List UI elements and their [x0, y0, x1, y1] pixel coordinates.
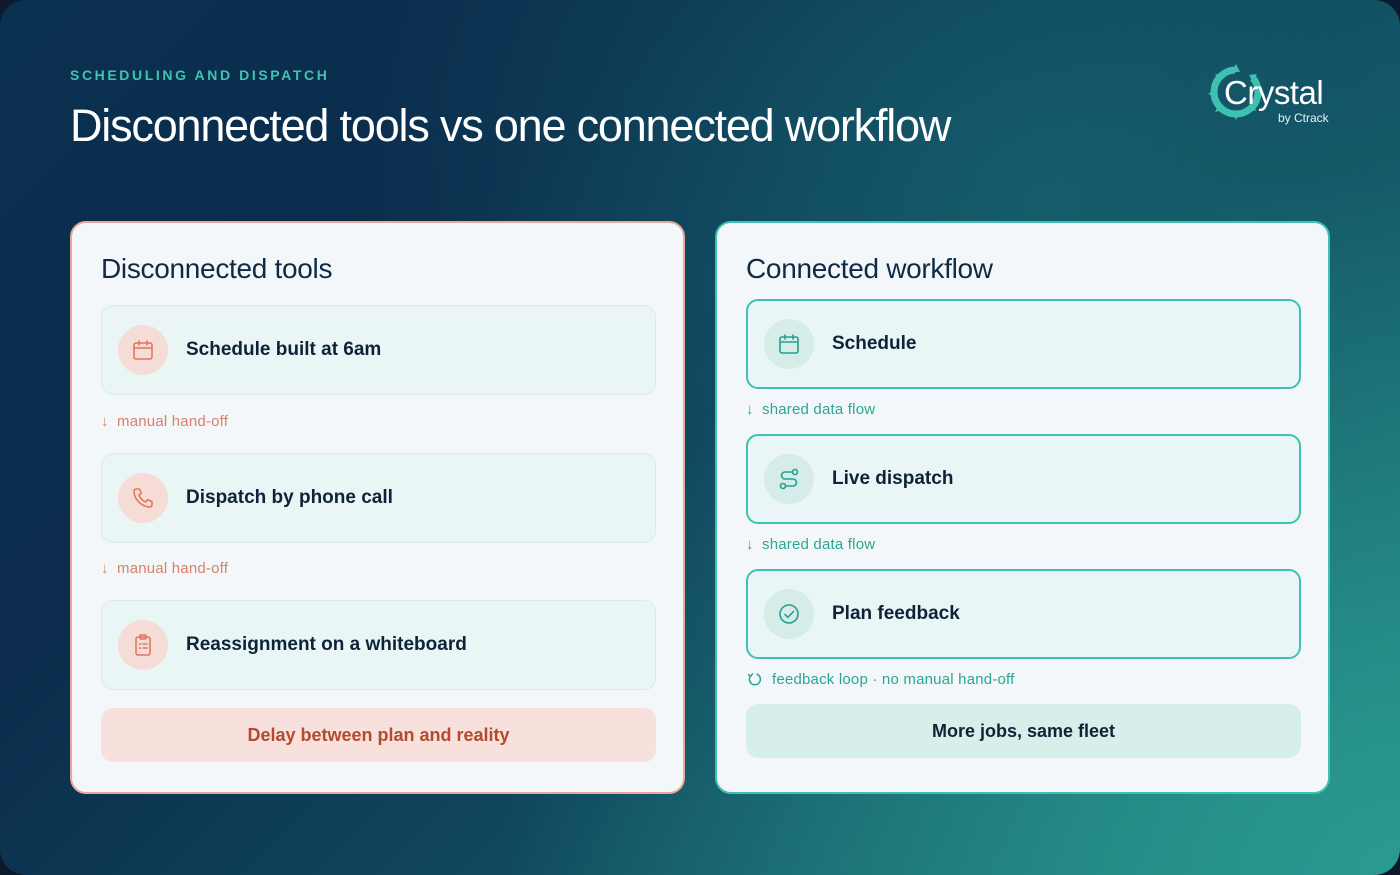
refresh-loop-icon — [747, 673, 762, 686]
step-card-plan-feedback: Plan feedback — [746, 569, 1301, 659]
step-card-schedule: Schedule built at 6am — [101, 305, 656, 395]
brand-logo: Crystal by Ctrack — [1206, 62, 1336, 126]
step-card-schedule: Schedule — [746, 299, 1301, 389]
step-icon-badge — [118, 620, 168, 670]
connector-label: manual hand-off — [117, 413, 229, 430]
outcome-banner: Delay between plan and reality — [101, 708, 656, 762]
step-icon-badge — [118, 473, 168, 523]
handoff-connector: ↓ manual hand-off — [101, 560, 228, 577]
connected-workflow-panel: Connected workflow Schedule ↓ shared data… — [715, 221, 1330, 794]
panel-title: Connected workflow — [746, 253, 993, 284]
outcome-banner: More jobs, same fleet — [746, 704, 1301, 758]
step-label: Schedule — [832, 333, 917, 354]
step-label: Live dispatch — [832, 468, 954, 489]
step-label: Dispatch by phone call — [186, 487, 393, 508]
check-circle-icon — [779, 604, 799, 624]
step-icon-badge — [764, 589, 814, 639]
down-arrow-icon: ↓ — [746, 536, 754, 553]
loop-note-label: feedback loop · no manual hand-off — [772, 671, 1015, 688]
disconnected-tools-panel: Disconnected tools Schedule built at 6am… — [70, 221, 685, 794]
route-icon — [779, 468, 799, 490]
step-label: Reassignment on a whiteboard — [186, 634, 467, 655]
step-icon-badge — [764, 319, 814, 369]
step-icon-badge — [764, 454, 814, 504]
connector-label: shared data flow — [762, 536, 876, 553]
calendar-icon — [133, 340, 153, 360]
step-card-live-dispatch: Live dispatch — [746, 434, 1301, 524]
logo-byline: by Ctrack — [1278, 111, 1329, 125]
down-arrow-icon: ↓ — [746, 401, 754, 418]
step-card-reassignment: Reassignment on a whiteboard — [101, 600, 656, 690]
handoff-connector: ↓ manual hand-off — [101, 413, 228, 430]
slide-canvas: SCHEDULING AND DISPATCH Disconnected too… — [0, 0, 1400, 875]
connector-label: manual hand-off — [117, 560, 229, 577]
data-flow-connector: ↓ shared data flow — [746, 401, 875, 418]
panel-title: Disconnected tools — [101, 253, 333, 284]
connector-label: shared data flow — [762, 401, 876, 418]
down-arrow-icon: ↓ — [101, 560, 109, 577]
clipboard-icon — [135, 634, 151, 656]
step-card-dispatch: Dispatch by phone call — [101, 453, 656, 543]
step-icon-badge — [118, 325, 168, 375]
step-label: Plan feedback — [832, 603, 960, 624]
data-flow-connector: ↓ shared data flow — [746, 536, 875, 553]
feedback-loop-note: feedback loop · no manual hand-off — [746, 671, 1015, 688]
down-arrow-icon: ↓ — [101, 413, 109, 430]
calendar-icon — [779, 334, 799, 354]
phone-icon — [133, 488, 153, 508]
step-label: Schedule built at 6am — [186, 339, 382, 360]
page-title: Disconnected tools vs one connected work… — [70, 100, 951, 151]
logo-wordmark: Crystal — [1224, 74, 1324, 111]
eyebrow-label: SCHEDULING AND DISPATCH — [70, 67, 330, 83]
